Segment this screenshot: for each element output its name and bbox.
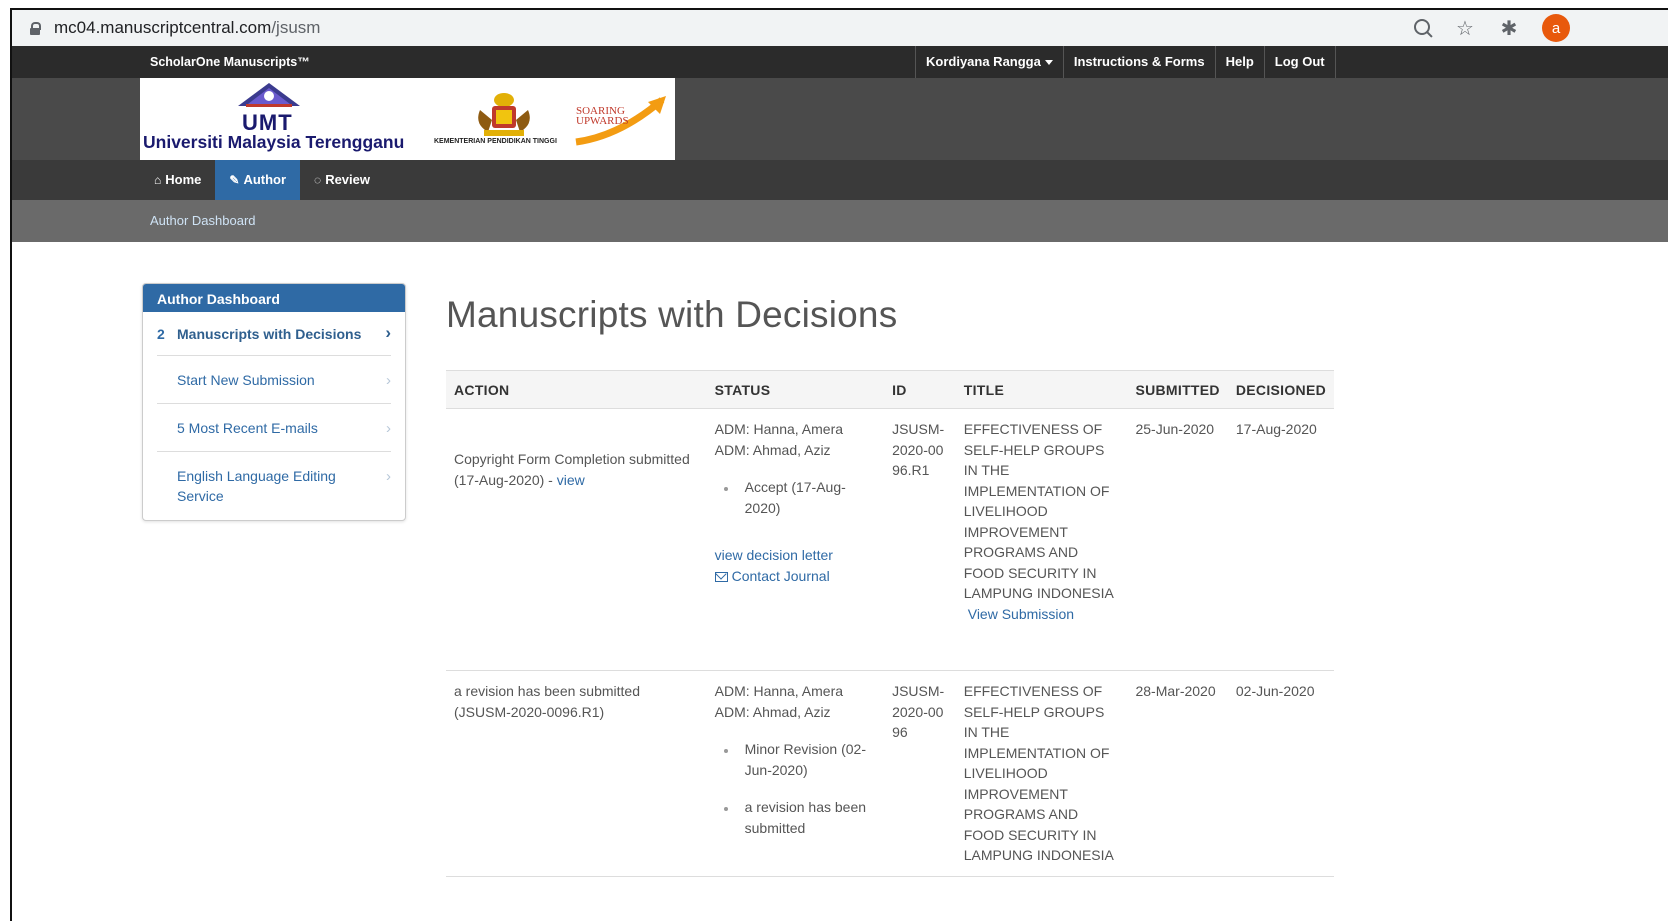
admin-name: ADM: Hanna, Amera: [714, 683, 844, 699]
sidebar-title: Author Dashboard: [143, 284, 405, 312]
umt-emblem-icon: [238, 83, 300, 107]
title-cell: EFFECTIVENESS OF SELF-HELP GROUPS IN THE…: [955, 670, 1128, 877]
instructions-forms-link[interactable]: Instructions & Forms: [1064, 46, 1216, 78]
breadcrumb[interactable]: Author Dashboard: [150, 213, 256, 228]
extensions-icon[interactable]: ✱: [1498, 16, 1520, 41]
id-cell: JSUSM-2020-0096.R1: [884, 408, 956, 671]
logo-full-name: Universiti Malaysia Terengganu: [143, 132, 405, 152]
col-submitted-header: SUBMITTED: [1127, 370, 1228, 409]
profile-avatar[interactable]: a: [1542, 14, 1570, 42]
browser-frame: mc04.manuscriptcentral.com/jsusm ☆ ✱ a S…: [10, 8, 1668, 921]
view-submission-link[interactable]: View Submission: [968, 606, 1074, 622]
caret-down-icon: [1044, 60, 1053, 66]
crest-icon: [478, 93, 530, 136]
admin-name: ADM: Hanna, Amera: [714, 421, 844, 437]
sidebar-item-recent-emails[interactable]: 5 Most Recent E-mails ›: [157, 404, 391, 452]
star-icon[interactable]: ☆: [1454, 16, 1476, 41]
view-copyright-link[interactable]: view: [557, 472, 585, 488]
breadcrumb-bar: Author Dashboard: [12, 200, 1668, 242]
admin-name: ADM: Ahmad, Aziz: [714, 703, 831, 720]
top-bar: ScholarOne Manuscripts™ Kordiyana Rangga…: [12, 46, 1668, 78]
action-cell: a revision has been submitted (JSUSM-202…: [446, 670, 707, 877]
title-cell: EFFECTIVENESS OF SELF-HELP GROUPS IN THE…: [955, 408, 1128, 671]
admin-name: ADM: Ahmad, Aziz: [714, 441, 831, 458]
tab-author[interactable]: ✎ Author: [215, 160, 301, 200]
col-status-header: STATUS: [706, 370, 885, 409]
tab-review[interactable]: ◌ Review: [300, 160, 384, 200]
submitted-cell: 28-Mar-2020: [1127, 670, 1228, 877]
contact-journal-link[interactable]: Contact Journal: [714, 568, 830, 584]
top-nav: Kordiyana Rangga Instructions & Forms He…: [915, 46, 1336, 78]
col-decisioned-header: DECISIONED: [1227, 370, 1334, 409]
chevron-right-icon: ›: [386, 420, 391, 437]
sidebar: Author Dashboard 2 Manuscripts with Deci…: [142, 283, 406, 521]
chevron-right-icon: ›: [386, 468, 391, 485]
banner: UMT Universiti Malaysia Terengganu KEMEN…: [12, 78, 1668, 160]
chat-icon: ◌: [314, 173, 322, 187]
status-cell: ADM: Hanna, Amera ADM: Ahmad, Aziz Accep…: [706, 408, 885, 671]
pencil-icon: ✎: [229, 173, 240, 187]
tab-home[interactable]: ⌂ Home: [140, 160, 215, 200]
address-bar[interactable]: mc04.manuscriptcentral.com/jsusm ☆ ✱ a: [12, 10, 1668, 46]
sidebar-item-english-editing[interactable]: English Language Editing Service ›: [157, 452, 391, 520]
col-title-header: TITLE: [955, 370, 1128, 409]
col-action-header: ACTION: [446, 370, 707, 409]
ministry-text: KEMENTERIAN PENDIDIKAN TINGGI: [434, 138, 557, 145]
journal-logo: UMT Universiti Malaysia Terengganu KEMEN…: [140, 78, 675, 160]
home-icon: ⌂: [154, 173, 162, 187]
id-cell: JSUSM-2020-0096: [884, 670, 956, 877]
manuscripts-table: ACTION STATUS ID TITLE SUBMITTED DECISIO…: [446, 370, 1334, 877]
logout-link[interactable]: Log Out: [1265, 46, 1336, 78]
main-nav: ⌂ Home ✎ Author ◌ Review: [12, 160, 1668, 200]
status-bullet: Minor Revision (02-Jun-2020): [715, 739, 876, 780]
slogan: SOARING UPWARDS: [576, 105, 629, 127]
status-bullet: a revision has been submitted: [715, 797, 876, 838]
view-decision-letter-link[interactable]: view decision letter: [715, 547, 833, 563]
brand-name: ScholarOne Manuscripts™: [150, 55, 310, 69]
user-menu[interactable]: Kordiyana Rangga: [916, 46, 1064, 78]
zoom-icon[interactable]: [1414, 19, 1432, 37]
lock-icon: [30, 21, 41, 35]
col-id-header: ID: [884, 370, 956, 409]
sidebar-item-start-new-submission[interactable]: Start New Submission ›: [157, 356, 391, 404]
page-title: Manuscripts with Decisions: [446, 294, 898, 335]
count-badge: 2: [157, 326, 165, 342]
chevron-right-icon: ›: [386, 372, 391, 389]
table-row: a revision has been submitted (JSUSM-202…: [446, 670, 1334, 877]
status-bullet: Accept (17-Aug-2020): [715, 477, 876, 518]
action-cell: Copyright Form Completion submitted (17-…: [446, 408, 707, 671]
decisioned-cell: 02-Jun-2020: [1227, 670, 1334, 877]
table-header: ACTION STATUS ID TITLE SUBMITTED DECISIO…: [446, 370, 1334, 409]
decisioned-cell: 17-Aug-2020: [1227, 408, 1334, 671]
table-row: Copyright Form Completion submitted (17-…: [446, 408, 1334, 671]
status-cell: ADM: Hanna, Amera ADM: Ahmad, Aziz Minor…: [706, 670, 885, 877]
chevron-right-icon: ›: [385, 323, 391, 342]
mail-icon: [714, 571, 728, 582]
submitted-cell: 25-Jun-2020: [1127, 408, 1228, 671]
sidebar-item-manuscripts-with-decisions[interactable]: 2 Manuscripts with Decisions ›: [157, 312, 391, 356]
url-text[interactable]: mc04.manuscriptcentral.com/jsusm: [54, 18, 320, 38]
help-link[interactable]: Help: [1216, 46, 1265, 78]
